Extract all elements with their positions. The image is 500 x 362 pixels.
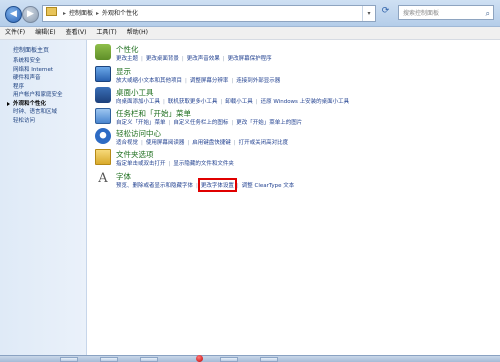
link-resolution[interactable]: 调整屏幕分辨率: [190, 76, 229, 84]
address-field[interactable]: ▸ 控制面板 ▸ 外观和个性化 ▾: [42, 5, 376, 22]
fonts-icon[interactable]: A: [95, 171, 111, 187]
display-icon[interactable]: [95, 66, 111, 82]
folder-options-icon[interactable]: [95, 149, 111, 165]
link-change-start-picture[interactable]: 更改「开始」菜单上的图片: [236, 118, 302, 126]
category-links: 预览、删除或者显示和隐藏字体 | 更改字体设置 | 调整 ClearType 文本: [116, 178, 295, 192]
menu-file[interactable]: 文件(F): [0, 27, 30, 39]
search-icon[interactable]: ⌕: [486, 6, 490, 21]
link-text-size[interactable]: 放大或缩小文本和其他项目: [116, 76, 182, 84]
forward-button[interactable]: ▶: [22, 6, 39, 23]
menu-edit[interactable]: 编辑(E): [30, 27, 60, 39]
menu-bar: 文件(F) 编辑(E) 查看(V) 工具(T) 帮助(H): [0, 27, 500, 40]
link-show-hidden-files[interactable]: 显示隐藏的文件和文件夹: [173, 159, 234, 167]
link-single-double-click[interactable]: 指定单击或双击打开: [116, 159, 166, 167]
search-input[interactable]: 搜索控制面板 ⌕: [398, 5, 494, 20]
category-links: 向桌面添加小工具 | 联机获取更多小工具 | 卸载小工具 | 还原 Windows 上安装的…: [116, 97, 349, 105]
personalization-icon[interactable]: [95, 44, 111, 60]
link-customize-taskbar-icons[interactable]: 自定义任务栏上的图标: [173, 118, 228, 126]
link-change-sounds[interactable]: 更改声音效果: [187, 54, 220, 62]
taskbar-button[interactable]: [60, 357, 78, 362]
sidebar-item-ease-of-access[interactable]: 轻松访问: [13, 117, 63, 126]
search-placeholder: 搜索控制面板: [403, 10, 440, 17]
link-divider: |: [168, 161, 171, 167]
link-divider: |: [231, 78, 234, 84]
link-change-screensaver[interactable]: 更改屏幕保护程序: [228, 54, 272, 62]
link-adjust-cleartype[interactable]: 调整 ClearType 文本: [242, 181, 295, 189]
taskbar-button[interactable]: [260, 357, 278, 362]
menu-view[interactable]: 查看(V): [61, 27, 92, 39]
menu-tools[interactable]: 工具(T): [91, 27, 121, 39]
link-change-font-settings[interactable]: 更改字体设置: [197, 178, 237, 192]
link-preview-fonts[interactable]: 预览、删除或者显示和隐藏字体: [116, 181, 193, 189]
link-divider: |: [233, 140, 236, 146]
sidebar-item-appearance[interactable]: 外观和个性化: [7, 100, 63, 109]
category-links: 指定单击或双击打开 | 显示隐藏的文件和文件夹: [116, 159, 234, 167]
link-vision[interactable]: 适合视觉: [116, 138, 138, 146]
link-divider: |: [181, 56, 184, 62]
sidebar-item-network[interactable]: 网络和 Internet: [13, 66, 63, 75]
refresh-icon[interactable]: ⟳: [380, 6, 391, 17]
link-divider: |: [141, 140, 143, 146]
main-content: 个性化 更改主题 | 更改桌面背景 | 更改声音效果 | 更改屏幕保护程序 显示 放大或缩小…: [87, 40, 500, 358]
category-links: 自定义「开始」菜单 | 自定义任务栏上的图标 | 更改「开始」菜单上的图片: [116, 118, 302, 126]
link-add-gadgets[interactable]: 向桌面添加小工具: [116, 97, 160, 105]
taskbar: [0, 355, 500, 362]
sidebar-list: 系统和安全 网络和 Internet 硬件和声音 程序 用户帐户和家庭安全 外观…: [7, 57, 63, 126]
gadgets-icon[interactable]: [95, 87, 111, 103]
link-keyboard-shortcuts[interactable]: 启用键盘快捷键: [192, 138, 231, 146]
link-high-contrast[interactable]: 打开或关闭高对比度: [239, 138, 289, 146]
link-divider: |: [231, 120, 234, 126]
ease-of-access-icon[interactable]: [95, 128, 111, 144]
link-customize-start[interactable]: 自定义「开始」菜单: [116, 118, 166, 126]
sidebar-item-clock-region[interactable]: 时钟、语言和区域: [13, 108, 63, 117]
link-uninstall-gadget[interactable]: 卸载小工具: [225, 97, 253, 105]
link-divider: |: [255, 99, 258, 105]
link-divider: |: [220, 99, 223, 105]
record-icon[interactable]: [196, 355, 203, 362]
taskbar-button[interactable]: [140, 357, 158, 362]
taskbar-icon[interactable]: [95, 108, 111, 124]
category-links: 更改主题 | 更改桌面背景 | 更改声音效果 | 更改屏幕保护程序: [116, 54, 272, 62]
link-restore-gadgets[interactable]: 还原 Windows 上安装的桌面小工具: [261, 97, 350, 105]
link-divider: |: [163, 99, 165, 105]
category-links: 放大或缩小文本和其他项目 | 调整屏幕分辨率 | 连接到外部显示器: [116, 76, 280, 84]
address-bar: ◀ ▶ ▸ 控制面板 ▸ 外观和个性化 ▾ ⟳ 搜索控制面板 ⌕: [0, 0, 500, 27]
link-screen-reader[interactable]: 使用屏幕阅读器: [146, 138, 185, 146]
link-divider: |: [187, 140, 190, 146]
link-external-display[interactable]: 连接到外部显示器: [236, 76, 280, 84]
link-divider: |: [168, 120, 171, 126]
link-divider: |: [236, 183, 239, 189]
link-change-background[interactable]: 更改桌面背景: [146, 54, 179, 62]
link-divider: |: [185, 78, 187, 84]
breadcrumb-separator-icon: ▸: [63, 10, 67, 17]
sidebar-home-link[interactable]: 控制面板主页: [13, 45, 49, 54]
taskbar-button[interactable]: [220, 357, 238, 362]
sidebar-item-user-accounts[interactable]: 用户帐户和家庭安全: [13, 91, 63, 100]
breadcrumb-separator-icon: ▸: [96, 10, 100, 17]
sidebar: 控制面板主页 系统和安全 网络和 Internet 硬件和声音 程序 用户帐户和…: [0, 40, 87, 358]
breadcrumb-control-panel[interactable]: 控制面板: [69, 10, 93, 17]
menu-help[interactable]: 帮助(H): [122, 27, 153, 39]
control-panel-window: ◀ ▶ ▸ 控制面板 ▸ 外观和个性化 ▾ ⟳ 搜索控制面板 ⌕ 文件(F) 编辑(E)…: [0, 0, 500, 362]
link-more-gadgets[interactable]: 联机获取更多小工具: [168, 97, 218, 105]
sidebar-item-hardware-sound[interactable]: 硬件和声音: [13, 74, 63, 83]
link-divider: |: [141, 56, 143, 62]
control-panel-folder-icon: [46, 7, 57, 16]
taskbar-button[interactable]: [100, 357, 118, 362]
link-divider: |: [222, 56, 225, 62]
link-change-theme[interactable]: 更改主题: [116, 54, 138, 62]
sidebar-item-programs[interactable]: 程序: [13, 83, 63, 92]
category-links: 适合视觉 | 使用屏幕阅读器 | 启用键盘快捷键 | 打开或关闭高对比度: [116, 138, 288, 146]
back-button[interactable]: ◀: [5, 6, 22, 23]
link-divider: |: [196, 183, 198, 189]
breadcrumb-appearance[interactable]: 外观和个性化: [102, 10, 138, 17]
address-dropdown-icon[interactable]: ▾: [362, 6, 375, 21]
sidebar-item-system-security[interactable]: 系统和安全: [13, 57, 63, 66]
